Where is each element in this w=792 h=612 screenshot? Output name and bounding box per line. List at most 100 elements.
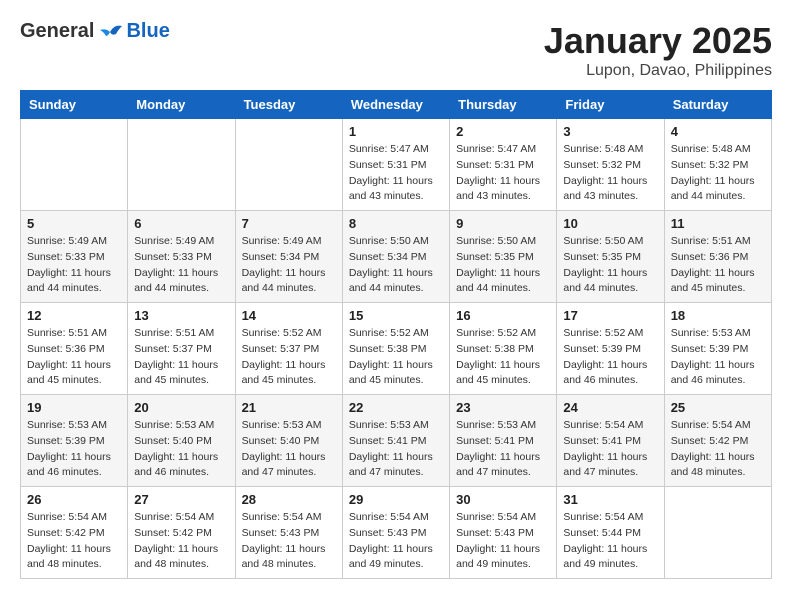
day-number: 31 xyxy=(563,492,657,507)
day-info: Sunrise: 5:54 AM Sunset: 5:44 PM Dayligh… xyxy=(563,510,657,573)
day-number: 10 xyxy=(563,216,657,231)
calendar-day-cell: 25 Sunrise: 5:54 AM Sunset: 5:42 PM Dayli… xyxy=(664,395,771,487)
day-info: Sunrise: 5:49 AM Sunset: 5:33 PM Dayligh… xyxy=(27,234,121,297)
day-number: 13 xyxy=(134,308,228,323)
logo-bird-icon xyxy=(96,22,124,42)
day-number: 9 xyxy=(456,216,550,231)
day-info: Sunrise: 5:54 AM Sunset: 5:43 PM Dayligh… xyxy=(349,510,443,573)
day-info: Sunrise: 5:54 AM Sunset: 5:42 PM Dayligh… xyxy=(671,418,765,481)
calendar-day-cell: 22 Sunrise: 5:53 AM Sunset: 5:41 PM Dayli… xyxy=(342,395,449,487)
calendar-day-cell: 19 Sunrise: 5:53 AM Sunset: 5:39 PM Dayli… xyxy=(21,395,128,487)
day-info: Sunrise: 5:53 AM Sunset: 5:40 PM Dayligh… xyxy=(242,418,336,481)
calendar-day-cell: 1 Sunrise: 5:47 AM Sunset: 5:31 PM Daylig… xyxy=(342,119,449,211)
calendar-day-cell: 16 Sunrise: 5:52 AM Sunset: 5:38 PM Dayli… xyxy=(450,303,557,395)
day-of-week-header: Friday xyxy=(557,91,664,119)
day-number: 1 xyxy=(349,124,443,139)
calendar-day-cell: 8 Sunrise: 5:50 AM Sunset: 5:34 PM Daylig… xyxy=(342,211,449,303)
calendar-day-cell: 30 Sunrise: 5:54 AM Sunset: 5:43 PM Dayli… xyxy=(450,487,557,579)
day-number: 29 xyxy=(349,492,443,507)
day-of-week-header: Wednesday xyxy=(342,91,449,119)
day-number: 15 xyxy=(349,308,443,323)
day-number: 27 xyxy=(134,492,228,507)
day-number: 5 xyxy=(27,216,121,231)
calendar-day-cell: 20Sunrise: 5:53 AM Sunset: 5:40 PM Dayli… xyxy=(128,395,235,487)
calendar-week-row: 5 Sunrise: 5:49 AM Sunset: 5:33 PM Daylig… xyxy=(21,211,772,303)
day-info: Sunrise: 5:51 AM Sunset: 5:36 PM Dayligh… xyxy=(27,326,121,389)
day-number: 12 xyxy=(27,308,121,323)
calendar-day-cell xyxy=(21,119,128,211)
day-number: 17 xyxy=(563,308,657,323)
calendar-week-row: 1 Sunrise: 5:47 AM Sunset: 5:31 PM Daylig… xyxy=(21,119,772,211)
calendar-week-row: 26 Sunrise: 5:54 AM Sunset: 5:42 PM Dayli… xyxy=(21,487,772,579)
day-number: 6 xyxy=(134,216,228,231)
calendar-day-cell xyxy=(128,119,235,211)
calendar-day-cell: 14Sunrise: 5:52 AM Sunset: 5:37 PM Dayli… xyxy=(235,303,342,395)
day-info: Sunrise: 5:48 AM Sunset: 5:32 PM Dayligh… xyxy=(563,142,657,205)
day-of-week-header: Saturday xyxy=(664,91,771,119)
calendar-day-cell: 23Sunrise: 5:53 AM Sunset: 5:41 PM Dayli… xyxy=(450,395,557,487)
day-info: Sunrise: 5:54 AM Sunset: 5:42 PM Dayligh… xyxy=(134,510,228,573)
day-info: Sunrise: 5:52 AM Sunset: 5:38 PM Dayligh… xyxy=(349,326,443,389)
day-number: 2 xyxy=(456,124,550,139)
logo: General Blue xyxy=(20,20,170,43)
day-info: Sunrise: 5:53 AM Sunset: 5:39 PM Dayligh… xyxy=(671,326,765,389)
day-number: 3 xyxy=(563,124,657,139)
location-text: Lupon, Davao, Philippines xyxy=(544,62,772,80)
calendar-day-cell: 24 Sunrise: 5:54 AM Sunset: 5:41 PM Dayli… xyxy=(557,395,664,487)
day-number: 4 xyxy=(671,124,765,139)
day-number: 19 xyxy=(27,400,121,415)
calendar-day-cell: 6 Sunrise: 5:49 AM Sunset: 5:33 PM Daylig… xyxy=(128,211,235,303)
day-info: Sunrise: 5:47 AM Sunset: 5:31 PM Dayligh… xyxy=(349,142,443,205)
day-number: 20 xyxy=(134,400,228,415)
calendar-day-cell: 29 Sunrise: 5:54 AM Sunset: 5:43 PM Dayli… xyxy=(342,487,449,579)
calendar-day-cell: 13 Sunrise: 5:51 AM Sunset: 5:37 PM Dayli… xyxy=(128,303,235,395)
day-of-week-header: Sunday xyxy=(21,91,128,119)
calendar-day-cell: 7 Sunrise: 5:49 AM Sunset: 5:34 PM Daylig… xyxy=(235,211,342,303)
day-number: 24 xyxy=(563,400,657,415)
day-info: Sunrise: 5:52 AM Sunset: 5:39 PM Dayligh… xyxy=(563,326,657,389)
calendar-day-cell xyxy=(664,487,771,579)
calendar-day-cell: 9 Sunrise: 5:50 AM Sunset: 5:35 PM Daylig… xyxy=(450,211,557,303)
day-info: Sunrise: 5:50 AM Sunset: 5:35 PM Dayligh… xyxy=(456,234,550,297)
day-info: Sunrise: 5:49 AM Sunset: 5:34 PM Dayligh… xyxy=(242,234,336,297)
day-of-week-header: Tuesday xyxy=(235,91,342,119)
day-number: 16 xyxy=(456,308,550,323)
day-number: 7 xyxy=(242,216,336,231)
day-number: 22 xyxy=(349,400,443,415)
calendar-week-row: 19 Sunrise: 5:53 AM Sunset: 5:39 PM Dayli… xyxy=(21,395,772,487)
title-section: January 2025 Lupon, Davao, Philippines xyxy=(544,20,772,80)
day-info: Sunrise: 5:52 AM Sunset: 5:38 PM Dayligh… xyxy=(456,326,550,389)
day-number: 11 xyxy=(671,216,765,231)
calendar-day-cell: 3 Sunrise: 5:48 AM Sunset: 5:32 PM Daylig… xyxy=(557,119,664,211)
calendar-day-cell: 17 Sunrise: 5:52 AM Sunset: 5:39 PM Dayli… xyxy=(557,303,664,395)
calendar-day-cell xyxy=(235,119,342,211)
calendar-day-cell: 10 Sunrise: 5:50 AM Sunset: 5:35 PM Dayli… xyxy=(557,211,664,303)
day-number: 23 xyxy=(456,400,550,415)
month-title: January 2025 xyxy=(544,20,772,62)
day-info: Sunrise: 5:54 AM Sunset: 5:43 PM Dayligh… xyxy=(242,510,336,573)
calendar-week-row: 12 Sunrise: 5:51 AM Sunset: 5:36 PM Dayli… xyxy=(21,303,772,395)
calendar-day-cell: 11 Sunrise: 5:51 AM Sunset: 5:36 PM Dayli… xyxy=(664,211,771,303)
day-info: Sunrise: 5:51 AM Sunset: 5:36 PM Dayligh… xyxy=(671,234,765,297)
day-info: Sunrise: 5:50 AM Sunset: 5:34 PM Dayligh… xyxy=(349,234,443,297)
day-info: Sunrise: 5:49 AM Sunset: 5:33 PM Dayligh… xyxy=(134,234,228,297)
day-number: 26 xyxy=(27,492,121,507)
day-info: Sunrise: 5:54 AM Sunset: 5:41 PM Dayligh… xyxy=(563,418,657,481)
day-info: Sunrise: 5:52 AM Sunset: 5:37 PM Dayligh… xyxy=(242,326,336,389)
day-info: Sunrise: 5:47 AM Sunset: 5:31 PM Dayligh… xyxy=(456,142,550,205)
day-info: Sunrise: 5:51 AM Sunset: 5:37 PM Dayligh… xyxy=(134,326,228,389)
day-number: 8 xyxy=(349,216,443,231)
calendar-day-cell: 27 Sunrise: 5:54 AM Sunset: 5:42 PM Dayli… xyxy=(128,487,235,579)
day-info: Sunrise: 5:54 AM Sunset: 5:43 PM Dayligh… xyxy=(456,510,550,573)
day-info: Sunrise: 5:50 AM Sunset: 5:35 PM Dayligh… xyxy=(563,234,657,297)
calendar-day-cell: 31 Sunrise: 5:54 AM Sunset: 5:44 PM Dayli… xyxy=(557,487,664,579)
day-number: 30 xyxy=(456,492,550,507)
day-info: Sunrise: 5:48 AM Sunset: 5:32 PM Dayligh… xyxy=(671,142,765,205)
day-info: Sunrise: 5:53 AM Sunset: 5:41 PM Dayligh… xyxy=(349,418,443,481)
day-info: Sunrise: 5:53 AM Sunset: 5:39 PM Dayligh… xyxy=(27,418,121,481)
logo-general-text: General xyxy=(20,20,94,43)
day-of-week-header: Monday xyxy=(128,91,235,119)
day-number: 25 xyxy=(671,400,765,415)
day-number: 28 xyxy=(242,492,336,507)
logo-blue-text: Blue xyxy=(126,20,169,43)
